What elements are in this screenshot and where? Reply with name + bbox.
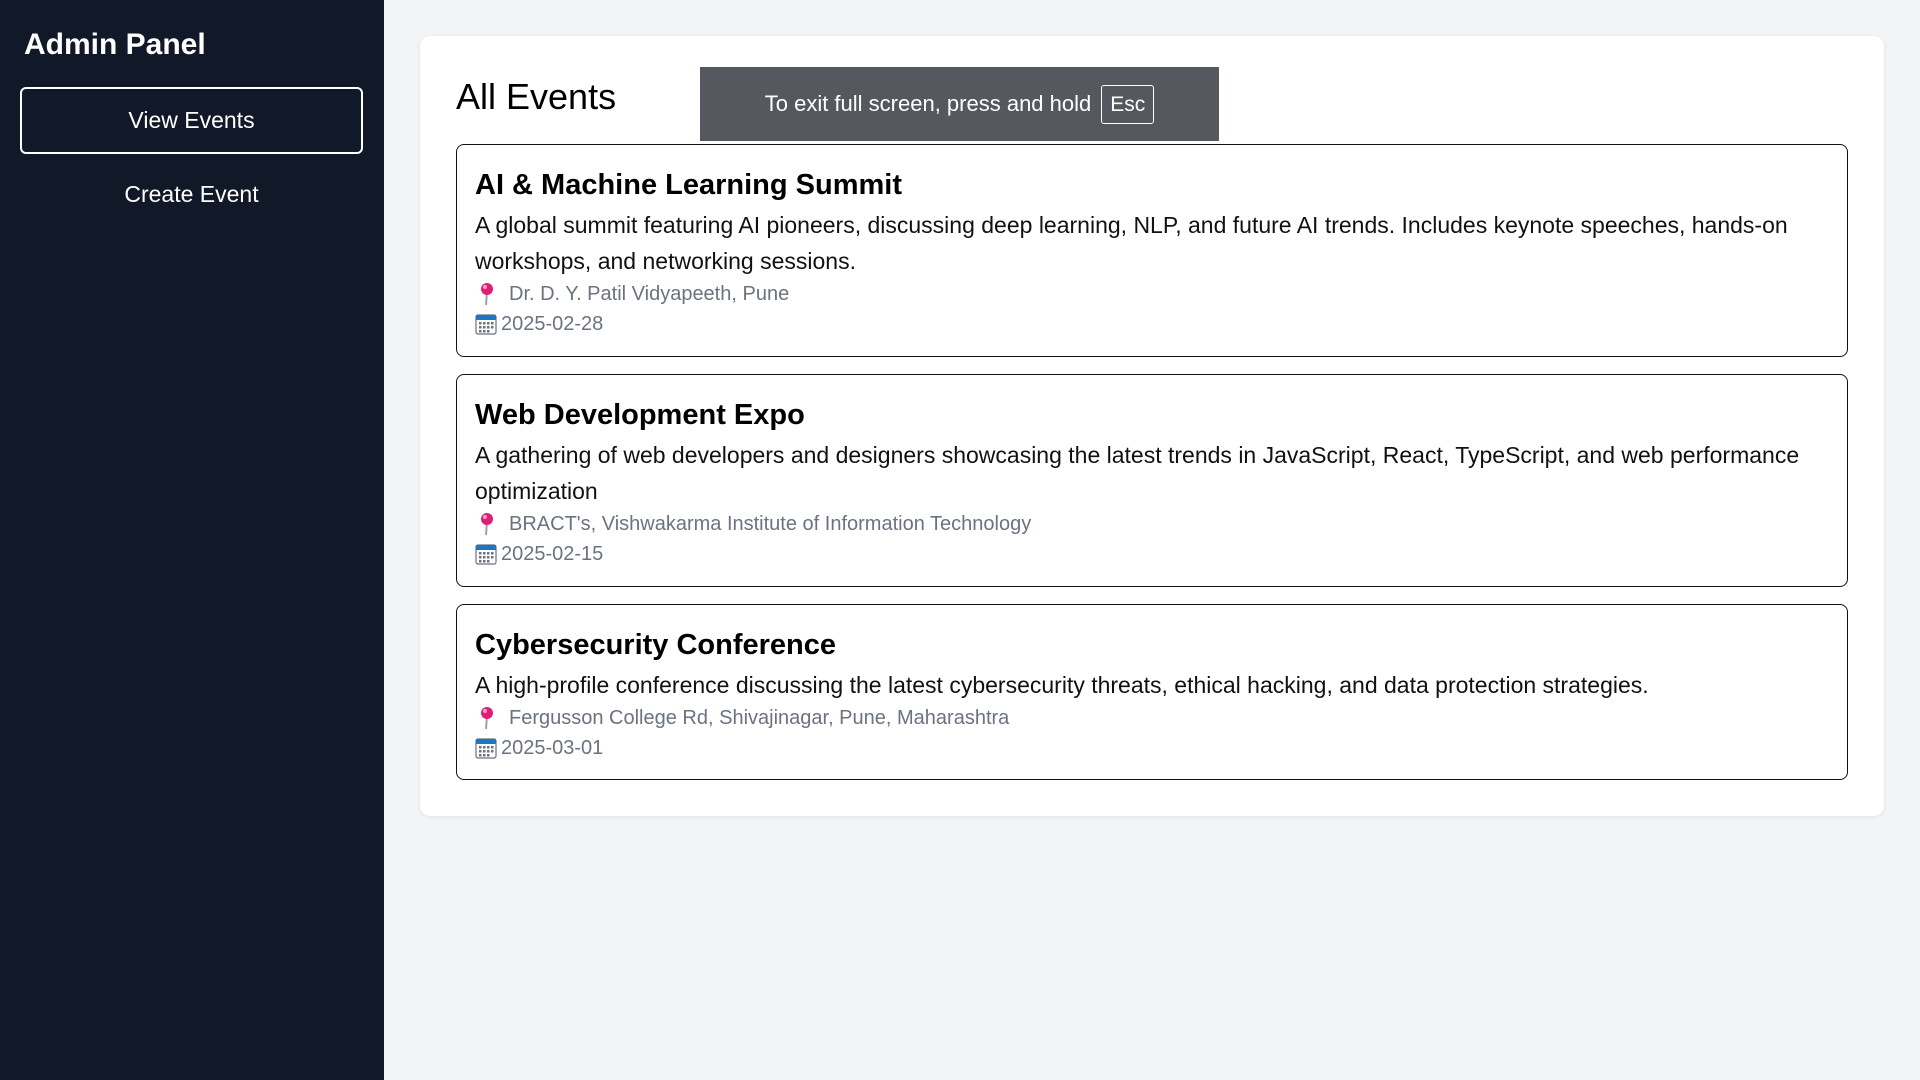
event-card[interactable]: Cybersecurity Conference A high-profile … <box>456 604 1848 780</box>
event-date-text: 2025-03-01 <box>501 737 604 759</box>
event-card[interactable]: AI & Machine Learning Summit A global su… <box>456 144 1848 357</box>
calendar-icon <box>475 737 497 759</box>
event-description: A global summit featuring AI pioneers, d… <box>475 212 1788 274</box>
nav-create-event-button[interactable]: Create Event <box>20 161 363 228</box>
event-title: Web Development Expo <box>475 399 805 431</box>
page-title: All Events <box>456 76 617 117</box>
event-location-text: BRACT's, Vishwakarma Institute of Inform… <box>509 513 1032 535</box>
nav-view-events-button[interactable]: View Events <box>20 87 363 154</box>
event-title: Cybersecurity Conference <box>475 629 837 661</box>
pushpin-icon <box>475 511 499 537</box>
pushpin-icon <box>475 705 499 731</box>
fullscreen-toast-message: To exit full screen, press and hold <box>764 91 1092 116</box>
event-description: A high-profile conference discussing the… <box>475 672 1649 698</box>
event-date-text: 2025-02-28 <box>501 313 604 335</box>
event-location-text: Fergusson College Rd, Shivajinagar, Pune… <box>509 707 1010 729</box>
app-root: Admin Panel View Events Create Event All… <box>0 0 1920 1080</box>
event-location-text: Dr. D. Y. Patil Vidyapeeth, Pune <box>509 283 790 305</box>
event-title: AI & Machine Learning Summit <box>475 169 902 201</box>
calendar-icon <box>475 543 497 565</box>
fullscreen-exit-toast: To exit full screen, press and hold Esc <box>700 67 1219 141</box>
sidebar: Admin Panel View Events Create Event <box>0 0 384 1080</box>
event-date: 2025-02-28 <box>475 309 1829 339</box>
event-location: Fergusson College Rd, Shivajinagar, Pune… <box>475 703 1829 733</box>
events-panel: All Events AI & Machine Learning Summit … <box>420 36 1884 816</box>
pushpin-icon <box>475 281 499 307</box>
event-date-text: 2025-02-15 <box>501 543 604 565</box>
esc-key-badge: Esc <box>1101 84 1155 124</box>
event-location: BRACT's, Vishwakarma Institute of Inform… <box>475 509 1829 539</box>
event-date: 2025-02-15 <box>475 539 1829 569</box>
event-description: A gathering of web developers and design… <box>475 442 1800 504</box>
calendar-icon <box>475 313 497 335</box>
event-card[interactable]: Web Development Expo A gathering of web … <box>456 374 1848 587</box>
event-date: 2025-03-01 <box>475 733 1829 763</box>
event-location: Dr. D. Y. Patil Vidyapeeth, Pune <box>475 279 1829 309</box>
sidebar-title: Admin Panel <box>24 28 206 61</box>
